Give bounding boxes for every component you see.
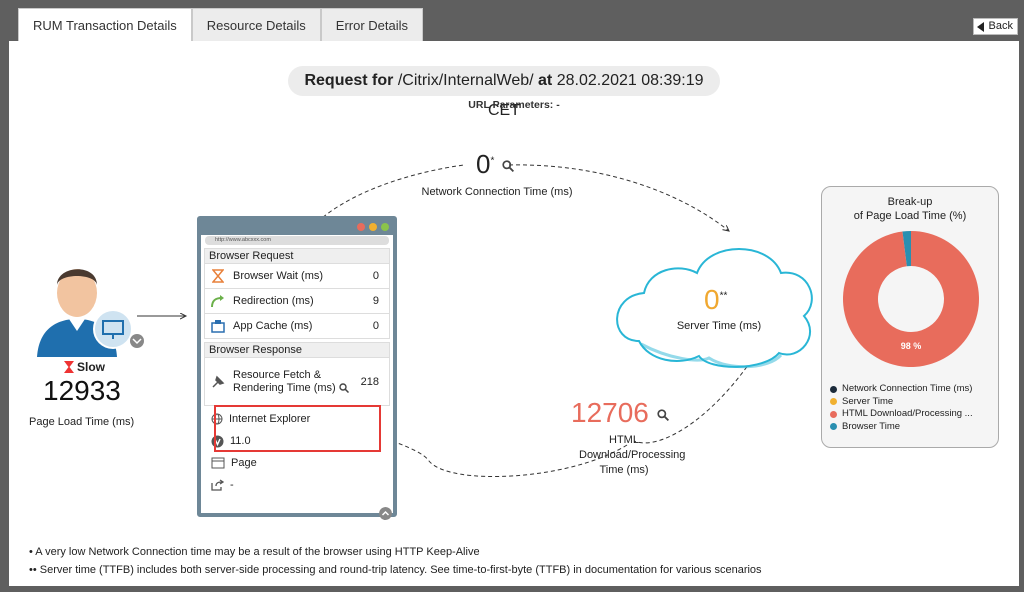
app-cache-icon [209,318,227,334]
share-row: - [205,474,310,496]
legend-swatch [830,423,837,431]
search-icon[interactable] [501,160,514,173]
donut-slice-label: 98 % [901,341,922,351]
share-value: - [230,479,234,491]
page-load-time-value: 12933 [43,375,121,406]
footnote-2: •• Server time (TTFB) includes both serv… [29,564,762,576]
legend-label: HTML Download/Processing ... [842,408,973,419]
network-value-text: 0 [476,149,491,179]
window-dot-icon [357,223,365,231]
browser-highlight-box [214,405,381,452]
redirection-row: Redirection (ms) 9 [205,288,389,313]
pin-icon [209,374,227,390]
breakup-title: Break-up of Page Load Time (%) [822,195,998,223]
legend-item[interactable]: Server Time [830,396,973,409]
app-cache-label: App Cache (ms) [233,320,313,332]
share-icon [211,479,224,491]
tab-error-details[interactable]: Error Details [320,8,424,42]
browser-url-bar: http://www.abcxxx.com [205,236,389,245]
browser-titlebar [201,220,393,235]
browser-response-section: Browser Response Resource Fetch & Render… [204,342,390,406]
back-label: Back [988,20,1013,32]
legend-label: Browser Time [842,420,901,432]
network-connection-label: Network Connection Time (ms) [421,186,573,198]
collapse-chevron-icon[interactable] [379,507,392,520]
page-label: Page [231,457,257,469]
page-load-time-label: Page Load Time (ms) [29,416,135,428]
server-footnote-mark: ** [719,290,728,302]
tab-resource-details[interactable]: Resource Details [191,8,321,42]
browser-request-section: Browser Request Browser Wait (ms) 0 Redi… [204,248,390,339]
breakup-title-line2: of Page Load Time (%) [853,210,967,222]
breakup-card: Break-up of Page Load Time (%) 98 % Netw… [821,186,999,448]
redirection-label: Redirection (ms) [233,295,314,307]
app-cache-row: App Cache (ms) 0 [205,313,389,338]
legend-item[interactable]: HTML Download/Processing ... [830,408,973,421]
legend-label: Network Connection Time (ms) [842,383,973,394]
network-connection-value: 0* [476,149,514,180]
browser-wait-value: 0 [372,270,379,282]
legend-item[interactable]: Network Connection Time (ms) [830,383,973,396]
window-dot-icon [369,223,377,231]
search-icon[interactable] [657,408,669,421]
browser-wait-label: Browser Wait (ms) [233,270,324,282]
html-value-text: 12706 [571,397,649,428]
resource-fetch-value: 218 [360,375,379,388]
tab-rum-transaction-details[interactable]: RUM Transaction Details [18,8,192,42]
window-dot-icon [381,223,389,231]
hourglass-icon [209,268,227,284]
html-download-value: 12706 [571,397,669,429]
breakup-title-line1: Break-up [887,196,933,208]
html-download-label: HTML Download/Processing Time (ms) [579,434,686,476]
legend-swatch [830,398,837,406]
resource-fetch-label-text: Resource Fetch & Rendering Time (ms) [233,368,336,394]
user-avatar [37,269,144,357]
breakup-legend: Network Connection Time (ms) Server Time H… [830,383,973,433]
server-time-value: 0** [704,284,727,316]
hourglass-icon [64,361,74,373]
browser-window: http://www.abcxxx.com Browser Request Br… [197,216,397,517]
details-panel: Request for /Citrix/InternalWeb/ at 28.0… [9,41,1019,586]
page-icon [211,457,225,469]
app-cache-value: 0 [372,320,379,332]
network-footnote-mark: * [490,155,495,167]
resource-fetch-label: Resource Fetch & Rendering Time (ms) [233,369,351,395]
server-time-label: Server Time (ms) [676,320,762,332]
breakup-donut-chart: 98 % [843,231,979,367]
browser-response-title: Browser Response [209,344,302,356]
legend-label: Server Time [842,395,894,407]
page-row: Page [205,452,310,474]
tab-bar: RUM Transaction Details Resource Details… [18,8,424,42]
redirection-value: 9 [372,295,379,307]
footnote-1: • A very low Network Connection time may… [29,546,480,558]
legend-swatch [830,385,837,393]
server-value-text: 0 [704,284,720,315]
resource-fetch-row: Resource Fetch & Rendering Time (ms) 218 [205,357,389,405]
back-arrow-icon [976,21,984,32]
search-icon[interactable] [339,382,349,393]
legend-item[interactable]: Browser Time [830,421,973,434]
status-label: Slow [77,360,106,374]
footnotes: • A very low Network Connection time may… [29,543,762,579]
redirect-arrow-icon [209,293,227,309]
browser-wait-row: Browser Wait (ms) 0 [205,263,389,288]
status-badge: Slow [64,360,105,374]
browser-request-title: Browser Request [209,250,294,262]
legend-swatch [830,410,837,418]
back-button[interactable]: Back [972,18,1018,35]
